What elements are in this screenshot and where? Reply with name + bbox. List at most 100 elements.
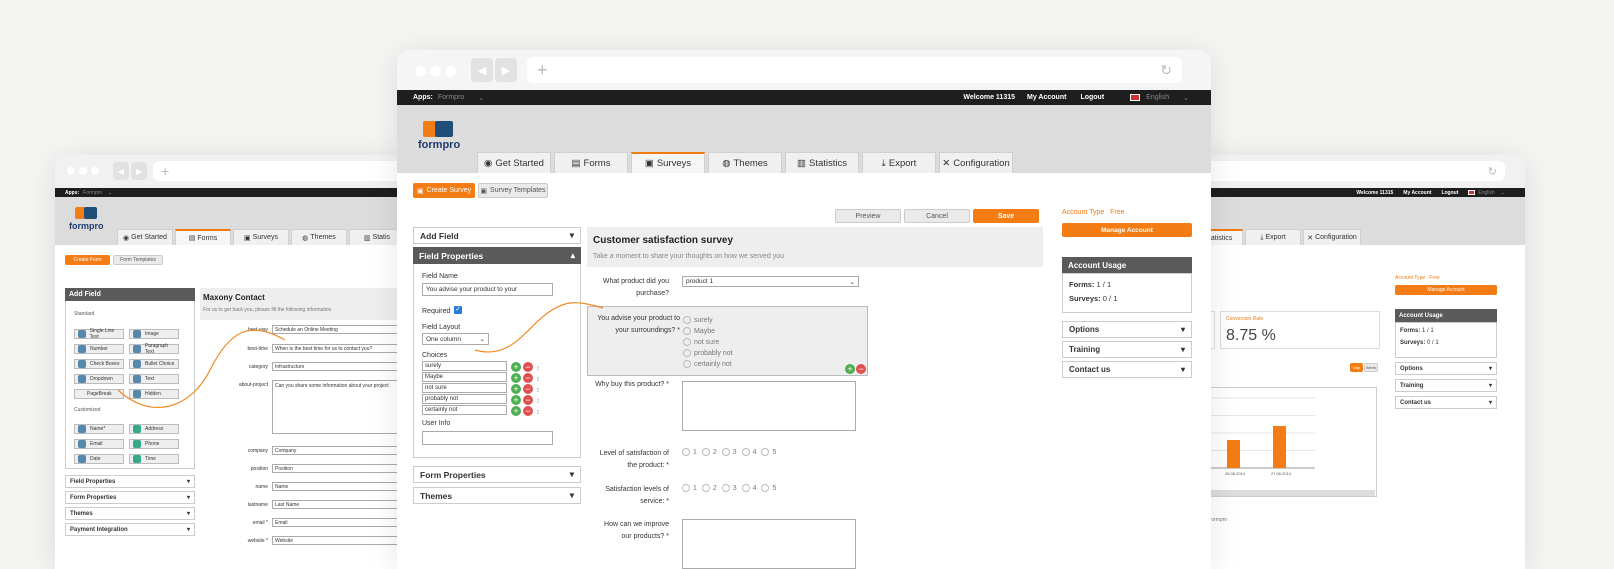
scale-option[interactable]: 3 (721, 448, 737, 456)
add-choice-icon[interactable]: + (511, 406, 521, 416)
field-address[interactable]: Address (129, 424, 179, 434)
accordion-options[interactable]: Options ▾ (1062, 321, 1192, 338)
manage-account-button[interactable]: Manage Account (1062, 223, 1192, 237)
radio-icon[interactable] (682, 448, 690, 456)
manage-account-button[interactable]: Manage Account (1395, 285, 1497, 295)
radio-icon[interactable] (683, 338, 691, 347)
accordion-training[interactable]: Training ▾ (1395, 379, 1497, 392)
add-choice-icon[interactable]: + (511, 384, 521, 394)
window-dot[interactable] (415, 66, 426, 77)
scale-option[interactable]: 5 (761, 484, 776, 492)
chart-bar[interactable] (1273, 426, 1286, 468)
tab-configuration[interactable]: ✕ Configuration (1303, 229, 1361, 245)
toggle-day-button[interactable]: Day (1350, 363, 1363, 372)
accordion-payment-integration[interactable]: Payment Integration ▾ (65, 523, 195, 536)
create-survey-button[interactable]: ▣ Create Survey (413, 183, 475, 198)
choice-row[interactable]: surely + − ⁝ (422, 361, 539, 372)
required-checkbox[interactable]: ✓ (454, 306, 462, 314)
tab-surveys[interactable]: ▣ Surveys (631, 152, 705, 173)
user-info-textarea[interactable] (422, 431, 553, 445)
field-check-boxes[interactable]: Check Boxes (74, 359, 124, 369)
add-question-icon[interactable]: + (845, 364, 855, 374)
chevron-down-icon[interactable]: ⌄ (478, 94, 484, 102)
tab-export[interactable]: ⤓ Export (1245, 229, 1301, 245)
choice-row[interactable]: certainly not + − ⁝ (422, 405, 539, 416)
q3-textarea[interactable] (682, 381, 856, 431)
reload-icon[interactable]: ↻ (1488, 165, 1497, 178)
radio-option[interactable]: probably not (683, 348, 733, 359)
preview-button[interactable]: Preview (835, 209, 901, 223)
radio-icon[interactable] (683, 360, 691, 369)
q1-select[interactable]: product 1 ⌄ (682, 276, 859, 287)
back-icon[interactable]: ◀ (471, 58, 493, 82)
scale-option[interactable]: 5 (761, 448, 776, 456)
apps-value[interactable]: Formpro (83, 190, 102, 196)
field-pagebreak[interactable]: PageBreak (74, 389, 124, 399)
accordion-field-properties[interactable]: Field Properties ▾ (65, 475, 195, 488)
selected-question-box[interactable]: You advise your product to your surround… (587, 306, 868, 376)
toggle-week-button[interactable]: Week (1364, 363, 1378, 372)
field-name-input[interactable]: You advise your product to your (422, 283, 553, 296)
tab-statistics[interactable]: ▥Statistics (785, 152, 859, 173)
cancel-button[interactable]: Cancel (904, 209, 970, 223)
accordion-form-properties[interactable]: Form Properties ▾ (65, 491, 195, 504)
address-bar[interactable]: + ↻ (527, 57, 1182, 83)
forward-icon[interactable]: ▶ (131, 162, 147, 180)
radio-icon[interactable] (761, 448, 770, 456)
chevron-down-icon[interactable]: ⌄ (1183, 94, 1189, 102)
field-hidden[interactable]: Hidden (129, 389, 179, 399)
logout-link[interactable]: Logout (1080, 94, 1104, 101)
radio-icon[interactable] (683, 316, 691, 325)
window-dot[interactable] (79, 167, 87, 175)
tab-export[interactable]: ⤓ Export (862, 152, 936, 173)
new-tab-plus-icon[interactable]: + (161, 163, 169, 179)
field-dropdown[interactable]: Dropdown (74, 374, 124, 384)
field-email[interactable]: Email (74, 439, 124, 449)
tab-get-started[interactable]: ◉ Get Started (117, 229, 173, 245)
window-dot[interactable] (91, 167, 99, 175)
forward-icon[interactable]: ▶ (495, 58, 517, 82)
radio-icon[interactable] (761, 484, 770, 492)
tab-themes[interactable]: ◍ Themes (291, 229, 347, 245)
scale-option[interactable]: 2 (701, 448, 717, 456)
drag-handle-icon[interactable]: ⁝ (537, 399, 539, 405)
back-icon[interactable]: ◀ (113, 162, 129, 180)
radio-icon[interactable] (701, 484, 710, 492)
field-properties-header[interactable]: Field Properties ▴ (413, 247, 581, 264)
window-dot[interactable] (430, 66, 441, 77)
remove-choice-icon[interactable]: − (523, 406, 533, 416)
scale-option[interactable]: 4 (741, 484, 756, 492)
tab-themes[interactable]: ◍ Themes (708, 152, 782, 173)
delete-question-icon[interactable]: − (856, 364, 866, 374)
row-input[interactable]: Website (272, 536, 415, 545)
radio-icon[interactable] (701, 448, 710, 456)
tab-configuration[interactable]: ✕ Configuration (939, 152, 1013, 173)
radio-icon[interactable] (682, 484, 690, 492)
add-choice-icon[interactable]: + (511, 373, 521, 383)
radio-icon[interactable] (721, 484, 730, 492)
field-name[interactable]: Name* (74, 424, 124, 434)
survey-templates-button[interactable]: ▣ Survey Templates (478, 183, 548, 198)
accordion-contact-us[interactable]: Contact us ▾ (1395, 396, 1497, 409)
add-choice-icon[interactable]: + (511, 362, 521, 372)
row-input[interactable]: Position (272, 464, 415, 473)
accordion-themes[interactable]: Themes ▾ (413, 487, 581, 504)
accordion-form-properties[interactable]: Form Properties ▾ (413, 466, 581, 483)
tab-get-started[interactable]: ◉ Get Started (477, 152, 551, 173)
reload-icon[interactable]: ↻ (1160, 62, 1172, 79)
apps-value[interactable]: Formpro (438, 94, 464, 101)
field-time[interactable]: Time (129, 454, 179, 464)
field-phone[interactable]: Phone (129, 439, 179, 449)
chevron-down-icon[interactable]: ⌄ (1501, 190, 1505, 196)
row-input[interactable]: Email (272, 518, 415, 527)
drag-handle-icon[interactable]: ⁝ (537, 366, 539, 372)
drag-handle-icon[interactable]: ⁝ (537, 410, 539, 416)
remove-choice-icon[interactable]: − (523, 362, 533, 372)
radio-icon[interactable] (683, 327, 691, 336)
drag-handle-icon[interactable]: ⁝ (537, 388, 539, 394)
row-input[interactable]: Company (272, 446, 415, 455)
remove-choice-icon[interactable]: − (523, 395, 533, 405)
save-button[interactable]: Save (973, 209, 1039, 223)
radio-option[interactable]: surely (683, 315, 733, 326)
scale-option[interactable]: 4 (741, 448, 756, 456)
